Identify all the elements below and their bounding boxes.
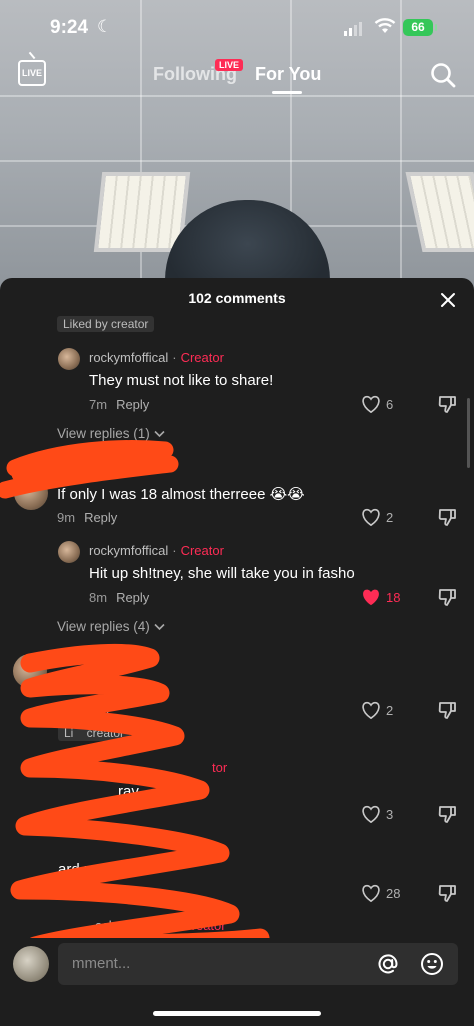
like-count: 2: [386, 509, 394, 525]
comment-meta: 9m Reply: [57, 510, 117, 525]
comment-meta: 7m Reply: [89, 397, 149, 412]
username-text[interactable]: rockymfoffical: [89, 350, 168, 365]
creator-tag: Creator: [180, 543, 224, 558]
redaction-scribble: [0, 440, 270, 993]
search-icon[interactable]: [430, 62, 456, 93]
close-icon[interactable]: [440, 292, 456, 313]
reply-button[interactable]: Reply: [84, 510, 117, 525]
comment-text: rav: [118, 783, 139, 800]
avatar[interactable]: [58, 541, 80, 563]
comment-username[interactable]: rockymfoffical · Creator: [89, 350, 224, 365]
comment-time: 7m: [89, 397, 108, 412]
like-count: 6: [386, 396, 394, 412]
live-badge: LIVE: [215, 59, 244, 71]
like-button[interactable]: 18: [361, 588, 400, 606]
dislike-icon[interactable]: [437, 507, 457, 532]
signal-icon: [344, 22, 362, 36]
comment-input-bar: mment...: [0, 938, 474, 1026]
like-count: 18: [386, 589, 401, 605]
like-count: 3: [386, 806, 394, 822]
reply-button[interactable]: Reply: [92, 886, 125, 901]
comment-input-placeholder[interactable]: mment...: [72, 955, 130, 972]
live-tv-icon[interactable]: LIVE: [18, 60, 46, 86]
dislike-icon[interactable]: [437, 700, 457, 725]
dislike-icon[interactable]: [437, 804, 457, 829]
view-replies-text[interactable]: View replies (1): [57, 426, 150, 441]
comment-time: 1m: [58, 703, 77, 718]
emoji-icon[interactable]: [420, 952, 444, 981]
like-button[interactable]: 2: [361, 701, 393, 719]
comments-sheet: 102 comments Liked by creator rockymfoff…: [0, 278, 474, 1026]
heart-icon: [362, 508, 380, 526]
like-count: 2: [386, 702, 394, 718]
comment-username[interactable]: tor: [212, 760, 227, 775]
active-tab-indicator: [272, 91, 302, 94]
username-text[interactable]: ockymfoffical: [95, 918, 170, 933]
status-time: 9:24: [50, 17, 89, 38]
chevron-down-icon: [153, 430, 165, 438]
avatar[interactable]: [13, 654, 47, 688]
comment-text: ocky: [86, 678, 117, 695]
mention-at-icon[interactable]: [376, 952, 400, 981]
reply-button[interactable]: Reply: [116, 397, 149, 412]
ceiling-light: [405, 172, 474, 252]
reply-button[interactable]: Reply: [116, 590, 149, 605]
battery-indicator: 66: [403, 19, 437, 36]
view-replies-button[interactable]: View replies (4): [57, 619, 165, 634]
tab-for-you[interactable]: For You: [255, 64, 321, 85]
username-text[interactable]: rockymfoffical: [89, 543, 168, 558]
comment-time: 15m: [58, 886, 84, 901]
heart-icon: [362, 805, 380, 823]
top-nav: LIVE Following LIVE For You: [0, 58, 474, 98]
comment-username[interactable]: ockymfoffical · Creator: [95, 918, 226, 933]
like-button[interactable]: 28: [361, 884, 400, 902]
dislike-icon[interactable]: [437, 394, 457, 419]
view-replies-button[interactable]: View replies (1): [57, 426, 165, 441]
like-button[interactable]: 2: [361, 508, 393, 526]
status-bar: 9:24 ☾ 66: [0, 0, 474, 58]
heart-filled-icon: [363, 589, 379, 606]
wifi-icon: [374, 18, 396, 39]
avatar[interactable]: [58, 348, 80, 370]
dislike-icon[interactable]: [437, 587, 457, 612]
comment-username[interactable]: rockymfoffical · Creator: [89, 543, 224, 558]
liked-by-creator-tag: Liked by creator: [57, 316, 155, 332]
chevron-down-icon: [153, 623, 165, 631]
like-count: 28: [386, 885, 401, 901]
heart-icon: [362, 884, 380, 902]
like-button[interactable]: 6: [361, 395, 393, 413]
reply-button[interactable]: Rep: [85, 703, 109, 718]
comment-time: 8m: [89, 590, 108, 605]
scrollbar[interactable]: [467, 398, 470, 468]
heart-icon: [362, 395, 380, 413]
heart-icon: [362, 701, 380, 719]
comment-meta: 8m Reply: [89, 590, 149, 605]
home-indicator: [153, 1011, 321, 1016]
dislike-icon[interactable]: [437, 883, 457, 908]
creator-tag: Creator: [180, 350, 224, 365]
comment-text: They must not like to share!: [89, 372, 274, 389]
comment-text: Hit up sh!tney, she will take you in fas…: [89, 565, 355, 582]
moon-icon: ☾: [97, 17, 113, 36]
avatar[interactable]: [14, 476, 48, 510]
hat-figure: [165, 200, 330, 290]
liked-by-creator-tag: Li creator: [58, 725, 131, 741]
my-avatar: [13, 946, 49, 982]
ceiling-grid-line: [0, 160, 474, 162]
view-replies-text[interactable]: View replies (4): [57, 619, 150, 634]
comment-time: 9m: [57, 510, 76, 525]
comment-meta: 15m Reply: [58, 886, 126, 901]
comment-input[interactable]: mment...: [58, 943, 458, 985]
creator-tag: Creator: [182, 918, 226, 933]
like-button[interactable]: 3: [361, 805, 393, 823]
comment-text: ard pass: [58, 861, 116, 878]
creator-tag: tor: [212, 760, 228, 775]
comment-text: If only I was 18 almost therreee 😭😭: [57, 486, 305, 503]
comments-count-title: 102 comments: [188, 290, 286, 306]
comment-meta: 1m Rep: [58, 703, 109, 718]
